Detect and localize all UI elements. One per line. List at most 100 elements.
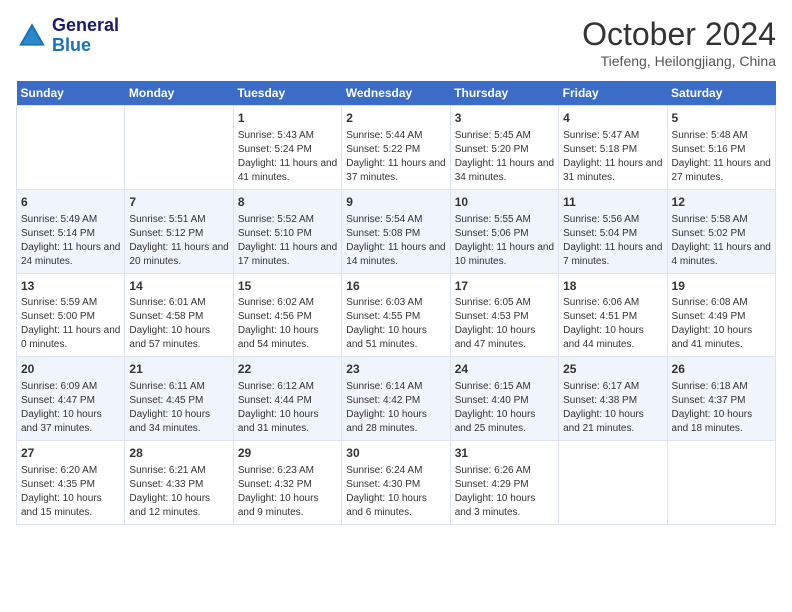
- day-number: 24: [455, 361, 554, 378]
- calendar-cell: [125, 106, 233, 190]
- calendar-cell: 16Sunrise: 6:03 AMSunset: 4:55 PMDayligh…: [342, 273, 450, 357]
- sunrise-text: Sunrise: 6:18 AM: [672, 380, 771, 394]
- day-number: 4: [563, 110, 662, 127]
- sunset-text: Sunset: 4:51 PM: [563, 310, 662, 324]
- sunrise-text: Sunrise: 6:23 AM: [238, 464, 337, 478]
- weekday-header: Thursday: [450, 81, 558, 106]
- sunrise-text: Sunrise: 6:12 AM: [238, 380, 337, 394]
- calendar-cell: 1Sunrise: 5:43 AMSunset: 5:24 PMDaylight…: [233, 106, 341, 190]
- calendar-cell: 22Sunrise: 6:12 AMSunset: 4:44 PMDayligh…: [233, 357, 341, 441]
- sunrise-text: Sunrise: 6:15 AM: [455, 380, 554, 394]
- sunset-text: Sunset: 5:24 PM: [238, 143, 337, 157]
- sunset-text: Sunset: 4:32 PM: [238, 478, 337, 492]
- calendar-row: 27Sunrise: 6:20 AMSunset: 4:35 PMDayligh…: [17, 441, 776, 525]
- day-number: 31: [455, 445, 554, 462]
- day-number: 27: [21, 445, 120, 462]
- day-number: 19: [672, 278, 771, 295]
- day-number: 9: [346, 194, 445, 211]
- sunset-text: Sunset: 4:55 PM: [346, 310, 445, 324]
- sunset-text: Sunset: 4:30 PM: [346, 478, 445, 492]
- sunrise-text: Sunrise: 5:43 AM: [238, 129, 337, 143]
- daylight-text: Daylight: 11 hours and 20 minutes.: [129, 241, 228, 269]
- sunset-text: Sunset: 5:18 PM: [563, 143, 662, 157]
- page-header: GeneralBlue October 2024 Tiefeng, Heilon…: [16, 16, 776, 69]
- daylight-text: Daylight: 10 hours and 12 minutes.: [129, 492, 228, 520]
- calendar-cell: 2Sunrise: 5:44 AMSunset: 5:22 PMDaylight…: [342, 106, 450, 190]
- calendar-cell: 18Sunrise: 6:06 AMSunset: 4:51 PMDayligh…: [559, 273, 667, 357]
- sunrise-text: Sunrise: 5:56 AM: [563, 213, 662, 227]
- day-number: 8: [238, 194, 337, 211]
- calendar-cell: 10Sunrise: 5:55 AMSunset: 5:06 PMDayligh…: [450, 189, 558, 273]
- calendar-cell: 5Sunrise: 5:48 AMSunset: 5:16 PMDaylight…: [667, 106, 775, 190]
- sunset-text: Sunset: 5:20 PM: [455, 143, 554, 157]
- calendar-row: 6Sunrise: 5:49 AMSunset: 5:14 PMDaylight…: [17, 189, 776, 273]
- sunrise-text: Sunrise: 5:48 AM: [672, 129, 771, 143]
- sunset-text: Sunset: 5:08 PM: [346, 227, 445, 241]
- calendar-cell: 24 Sunrise: 6:15 AMSunset: 4:40 PMDayligh…: [450, 357, 558, 441]
- sunset-text: Sunset: 4:35 PM: [21, 478, 120, 492]
- day-number: 10: [455, 194, 554, 211]
- sunrise-text: Sunrise: 6:06 AM: [563, 296, 662, 310]
- sunset-text: Sunset: 4:42 PM: [346, 394, 445, 408]
- calendar-row: 1Sunrise: 5:43 AMSunset: 5:24 PMDaylight…: [17, 106, 776, 190]
- sunset-text: Sunset: 4:40 PM: [455, 394, 554, 408]
- sunrise-text: Sunrise: 6:26 AM: [455, 464, 554, 478]
- sunrise-text: Sunrise: 6:09 AM: [21, 380, 120, 394]
- day-number: 14: [129, 278, 228, 295]
- daylight-text: Daylight: 11 hours and 37 minutes.: [346, 157, 445, 185]
- daylight-text: Daylight: 11 hours and 27 minutes.: [672, 157, 771, 185]
- sunrise-text: Sunrise: 6:05 AM: [455, 296, 554, 310]
- logo-icon: [16, 20, 48, 52]
- daylight-text: Daylight: 10 hours and 28 minutes.: [346, 408, 445, 436]
- daylight-text: Daylight: 10 hours and 41 minutes.: [672, 324, 771, 352]
- weekday-header: Saturday: [667, 81, 775, 106]
- calendar-cell: 12Sunrise: 5:58 AMSunset: 5:02 PMDayligh…: [667, 189, 775, 273]
- calendar-cell: [17, 106, 125, 190]
- sunrise-text: Sunrise: 6:24 AM: [346, 464, 445, 478]
- calendar-cell: 20Sunrise: 6:09 AMSunset: 4:47 PMDayligh…: [17, 357, 125, 441]
- calendar-cell: 21Sunrise: 6:11 AMSunset: 4:45 PMDayligh…: [125, 357, 233, 441]
- day-number: 21: [129, 361, 228, 378]
- daylight-text: Daylight: 10 hours and 37 minutes.: [21, 408, 120, 436]
- calendar-cell: 6Sunrise: 5:49 AMSunset: 5:14 PMDaylight…: [17, 189, 125, 273]
- weekday-header: Tuesday: [233, 81, 341, 106]
- daylight-text: Daylight: 11 hours and 0 minutes.: [21, 324, 120, 352]
- sunrise-text: Sunrise: 6:08 AM: [672, 296, 771, 310]
- daylight-text: Daylight: 10 hours and 25 minutes.: [455, 408, 554, 436]
- daylight-text: Daylight: 10 hours and 3 minutes.: [455, 492, 554, 520]
- logo: GeneralBlue: [16, 16, 119, 56]
- sunrise-text: Sunrise: 5:59 AM: [21, 296, 120, 310]
- day-number: 18: [563, 278, 662, 295]
- daylight-text: Daylight: 11 hours and 34 minutes.: [455, 157, 554, 185]
- sunset-text: Sunset: 5:10 PM: [238, 227, 337, 241]
- header-row: SundayMondayTuesdayWednesdayThursdayFrid…: [17, 81, 776, 106]
- day-number: 11: [563, 194, 662, 211]
- day-number: 16: [346, 278, 445, 295]
- sunset-text: Sunset: 5:12 PM: [129, 227, 228, 241]
- day-number: 2: [346, 110, 445, 127]
- calendar-cell: 27Sunrise: 6:20 AMSunset: 4:35 PMDayligh…: [17, 441, 125, 525]
- calendar-cell: 25Sunrise: 6:17 AMSunset: 4:38 PMDayligh…: [559, 357, 667, 441]
- day-number: 7: [129, 194, 228, 211]
- calendar-cell: 8Sunrise: 5:52 AMSunset: 5:10 PMDaylight…: [233, 189, 341, 273]
- daylight-text: Daylight: 10 hours and 9 minutes.: [238, 492, 337, 520]
- calendar-cell: 17Sunrise: 6:05 AMSunset: 4:53 PMDayligh…: [450, 273, 558, 357]
- day-number: 15: [238, 278, 337, 295]
- day-number: 6: [21, 194, 120, 211]
- daylight-text: Daylight: 11 hours and 7 minutes.: [563, 241, 662, 269]
- day-number: 3: [455, 110, 554, 127]
- daylight-text: Daylight: 10 hours and 34 minutes.: [129, 408, 228, 436]
- daylight-text: Daylight: 10 hours and 54 minutes.: [238, 324, 337, 352]
- sunset-text: Sunset: 4:47 PM: [21, 394, 120, 408]
- sunset-text: Sunset: 5:22 PM: [346, 143, 445, 157]
- sunset-text: Sunset: 4:58 PM: [129, 310, 228, 324]
- sunset-text: Sunset: 5:06 PM: [455, 227, 554, 241]
- weekday-header: Wednesday: [342, 81, 450, 106]
- calendar-cell: 15Sunrise: 6:02 AMSunset: 4:56 PMDayligh…: [233, 273, 341, 357]
- daylight-text: Daylight: 11 hours and 31 minutes.: [563, 157, 662, 185]
- sunset-text: Sunset: 5:02 PM: [672, 227, 771, 241]
- daylight-text: Daylight: 10 hours and 15 minutes.: [21, 492, 120, 520]
- sunset-text: Sunset: 4:53 PM: [455, 310, 554, 324]
- logo-text: GeneralBlue: [52, 16, 119, 56]
- month-title: October 2024: [582, 16, 776, 53]
